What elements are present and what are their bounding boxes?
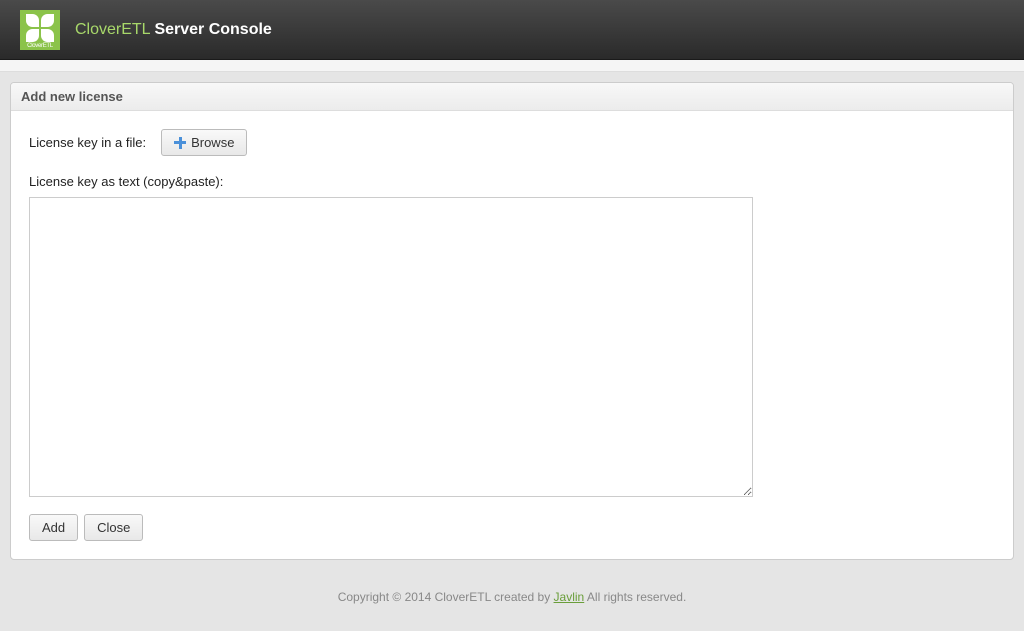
add-button[interactable]: Add <box>29 514 78 541</box>
logo-text: CloverETL <box>27 43 53 49</box>
logo: CloverETL <box>20 10 60 50</box>
text-label: License key as text (copy&paste): <box>29 174 995 189</box>
footer-suffix: All rights reserved. <box>584 590 686 604</box>
app-title-brand: CloverETL <box>75 21 150 38</box>
footer: Copyright © 2014 CloverETL created by Ja… <box>0 570 1024 624</box>
footer-link[interactable]: Javlin <box>554 590 585 604</box>
panel-title: Add new license <box>11 83 1013 111</box>
subheader-bar <box>0 60 1024 72</box>
plus-icon <box>174 137 186 149</box>
browse-button[interactable]: Browse <box>161 129 247 156</box>
app-title: CloverETL Server Console <box>75 21 272 39</box>
license-textarea[interactable] <box>29 197 753 497</box>
footer-prefix: Copyright © 2014 CloverETL created by <box>338 590 554 604</box>
app-title-rest: Server Console <box>154 21 271 38</box>
browse-button-label: Browse <box>191 135 234 150</box>
license-panel: Add new license License key in a file: B… <box>10 82 1014 560</box>
file-label: License key in a file: <box>29 135 146 150</box>
clover-icon <box>26 14 54 42</box>
app-header: CloverETL CloverETL Server Console <box>0 0 1024 60</box>
close-button[interactable]: Close <box>84 514 143 541</box>
